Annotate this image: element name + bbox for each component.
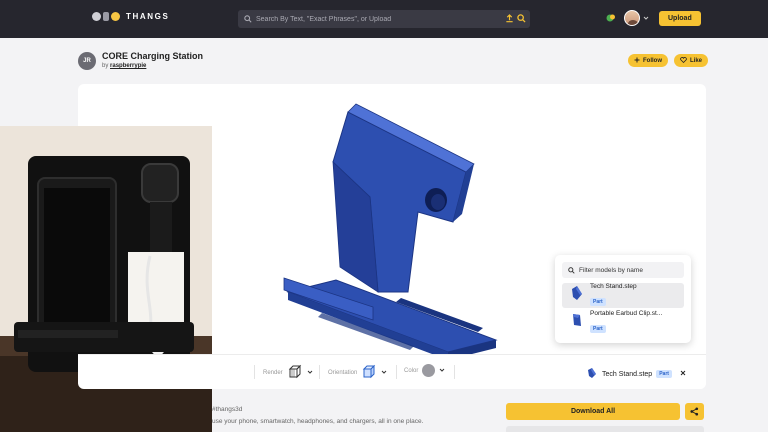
secondary-action-bar <box>506 426 704 432</box>
color-control[interactable]: Color <box>404 364 445 377</box>
filter-input[interactable] <box>579 266 679 274</box>
like-button[interactable]: Like <box>674 54 709 67</box>
close-icon[interactable] <box>680 370 686 378</box>
viewer-toolbar: Render Orientation Color Tech Stand.step… <box>78 354 706 389</box>
chevron-down-icon[interactable] <box>643 15 649 21</box>
color-label: Color <box>404 367 419 374</box>
3d-model-render[interactable] <box>278 102 578 362</box>
filter-item-tech-stand[interactable]: Tech Stand.step Part <box>562 283 684 308</box>
search-bar[interactable] <box>238 10 530 28</box>
filter-search-icon <box>568 261 575 279</box>
filter-item-badge: Part <box>590 298 606 306</box>
by-prefix: by <box>102 63 109 69</box>
description-text: use your phone, smartwatch, headphones, … <box>212 418 424 425</box>
render-chevron-icon[interactable] <box>307 369 313 377</box>
color-chevron-icon[interactable] <box>439 367 445 375</box>
render-control[interactable]: Render <box>263 364 313 382</box>
selected-part-badge: Part <box>656 370 672 378</box>
author-link[interactable]: raspberrypie <box>110 63 146 69</box>
coins-icon[interactable] <box>606 13 616 23</box>
upload-file-icon[interactable] <box>505 14 514 23</box>
logo-mark-icon <box>92 12 120 21</box>
filter-models-popup: Tech Stand.step Part Portable Earbud Cli… <box>555 255 691 343</box>
cube-wireframe-icon[interactable] <box>287 364 303 382</box>
share-icon <box>690 403 699 421</box>
orientation-chevron-icon[interactable] <box>381 369 387 377</box>
selected-part[interactable]: Tech Stand.step Part <box>586 367 686 381</box>
orientation-label: Orientation <box>328 370 358 376</box>
upload-button[interactable]: Upload <box>659 10 701 26</box>
filter-item-badge: Part <box>590 325 606 333</box>
download-all-button[interactable]: Download All <box>506 403 680 420</box>
filter-search-box[interactable] <box>562 262 684 278</box>
color-swatch[interactable] <box>422 364 436 377</box>
part-thumbnail-icon <box>570 285 584 306</box>
search-icon <box>244 15 252 23</box>
filter-item-name: Portable Earbud Clip.st... <box>590 310 663 317</box>
part-thumbnail-icon <box>586 367 598 381</box>
tag-hashtag[interactable]: #thangs3d <box>212 406 242 413</box>
orientation-cube-icon[interactable] <box>361 364 377 382</box>
top-nav: THANGS Upload <box>0 0 768 38</box>
author-avatar[interactable]: JR <box>78 52 96 70</box>
author-byline: by raspberrypie <box>102 63 146 69</box>
tag-line: #thangs3d <box>212 406 242 413</box>
follow-label: Follow <box>643 57 662 64</box>
search-input[interactable] <box>252 15 502 23</box>
plus-icon <box>634 57 640 65</box>
toolbar-divider <box>254 365 255 379</box>
user-avatar[interactable] <box>624 10 640 26</box>
thangs-logo[interactable]: THANGS <box>92 12 169 21</box>
toolbar-divider <box>396 365 397 379</box>
orientation-control[interactable]: Orientation <box>328 364 387 382</box>
nav-right: Upload <box>606 10 701 26</box>
search-submit-icon[interactable] <box>517 14 526 23</box>
toolbar-divider <box>319 365 320 379</box>
filter-item-earbud-clip[interactable]: Portable Earbud Clip.st... Part <box>562 310 684 335</box>
toolbar-divider <box>454 365 455 379</box>
logo-text: THANGS <box>126 12 170 21</box>
filter-item-name: Tech Stand.step <box>590 283 637 290</box>
share-button[interactable] <box>685 403 704 420</box>
like-label: Like <box>690 57 703 64</box>
heart-icon <box>680 56 687 65</box>
model-title: CORE Charging Station <box>102 51 203 61</box>
render-label: Render <box>263 370 283 376</box>
selected-part-name: Tech Stand.step <box>602 370 653 378</box>
part-thumbnail-icon <box>570 312 584 333</box>
follow-button[interactable]: Follow <box>628 54 668 67</box>
